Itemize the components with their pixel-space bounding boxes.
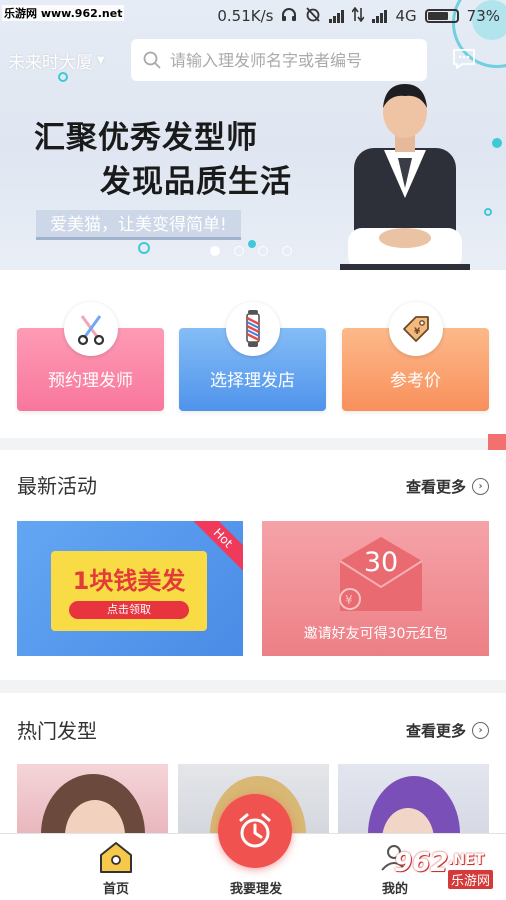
hairstylist-photo (340, 84, 470, 270)
coupon-ticket: 1块钱美发 点击领取 (51, 551, 207, 631)
svg-text:¥: ¥ (414, 327, 421, 337)
latest-activity-more-link[interactable]: 查看更多 › (406, 476, 489, 497)
watermark-cn: 乐游网 (448, 870, 494, 889)
battery-percent: 73% (466, 7, 500, 25)
nav-home-label: 首页 (102, 882, 129, 897)
svg-text:¥: ¥ (345, 593, 353, 607)
more-label: 查看更多 (405, 478, 466, 496)
latest-activity-title: 最新活动 (17, 474, 97, 498)
feature-section: 预约理发师 选择理发店 参考价 ¥ (0, 270, 506, 438)
watermark-number: 962 (394, 848, 449, 878)
network-type: 4G (395, 7, 417, 25)
alarm-clock-icon (239, 813, 271, 848)
side-tab[interactable] (488, 434, 506, 450)
choose-salon-label: 选择理发店 (210, 371, 295, 391)
banner-pagination (210, 246, 292, 256)
search-icon (143, 51, 161, 69)
site-watermark: 乐游网 www.962.net (2, 5, 125, 21)
city-selector[interactable]: 未来时大厦 ▼ (8, 48, 105, 73)
more-label: 查看更多 (405, 722, 466, 740)
claim-button[interactable]: 点击领取 (69, 601, 189, 619)
hairstyle-thumbnail[interactable] (17, 764, 168, 833)
pagination-dot[interactable] (210, 246, 220, 256)
hero-banner[interactable]: 乐游网 www.962.net 0.51K/s 4G 73% 未来时大厦 ▼ 请… (0, 0, 506, 270)
coupon-title: 1块钱美发 (72, 567, 186, 595)
data-arrows-icon (351, 6, 366, 26)
chevron-right-icon: › (472, 478, 489, 495)
hot-styles-more-link[interactable]: 查看更多 › (406, 720, 489, 741)
corner-watermark: 962 .NET 乐游网 (372, 848, 498, 892)
invite-text: 邀请好友可得30元红包 (303, 626, 448, 642)
status-bar: 乐游网 www.962.net 0.51K/s 4G 73% (0, 0, 506, 30)
book-haircut-button[interactable] (218, 794, 292, 868)
caret-down-icon: ▼ (97, 55, 105, 66)
watermark-suffix: .NET (448, 852, 485, 868)
nav-home[interactable]: 首页 (66, 834, 166, 900)
red-packet-amount: 30 (363, 547, 399, 578)
message-icon[interactable] (452, 48, 476, 70)
decoration-dot (492, 138, 502, 148)
decoration-dot (138, 242, 150, 254)
banner-tagline: 爱美猫，让美变得简单! (36, 210, 241, 240)
decoration-dot (484, 208, 492, 216)
battery-icon (424, 9, 459, 23)
network-speed: 0.51K/s (217, 7, 274, 25)
alarm-off-icon (305, 6, 321, 26)
pagination-dot[interactable] (234, 246, 244, 256)
pagination-dot[interactable] (282, 246, 292, 256)
latest-activity-section: 最新活动 查看更多 › 1块钱美发 点击领取 Hot ¥ 30 邀请好友可得30… (0, 450, 506, 680)
scissors-comb-icon (64, 302, 118, 356)
headphone-icon (281, 7, 297, 26)
signal-icon (329, 9, 345, 23)
signal-icon (372, 9, 388, 23)
reference-price-label: 参考价 (390, 371, 441, 391)
hairstyle-thumbnail[interactable] (338, 764, 489, 833)
pagination-dot[interactable] (258, 246, 268, 256)
promo-card-one-yuan[interactable]: 1块钱美发 点击领取 Hot (17, 521, 243, 656)
home-icon (100, 842, 132, 873)
hot-styles-title: 热门发型 (17, 719, 97, 743)
search-box[interactable] (131, 39, 427, 81)
chevron-right-icon: › (472, 722, 489, 739)
nav-book-label: 我要理发 (229, 882, 282, 897)
promo-card-red-packet[interactable]: ¥ 30 邀请好友可得30元红包 (262, 521, 489, 656)
search-input[interactable] (170, 50, 420, 70)
banner-slogan-line2: 发现品质生活 (100, 164, 292, 200)
book-stylist-label: 预约理发师 (48, 371, 133, 391)
price-tag-icon: ¥ (389, 302, 443, 356)
banner-slogan-line1: 汇聚优秀发型师 (34, 120, 258, 156)
city-label: 未来时大厦 (8, 53, 93, 73)
barber-pole-icon (226, 302, 280, 356)
